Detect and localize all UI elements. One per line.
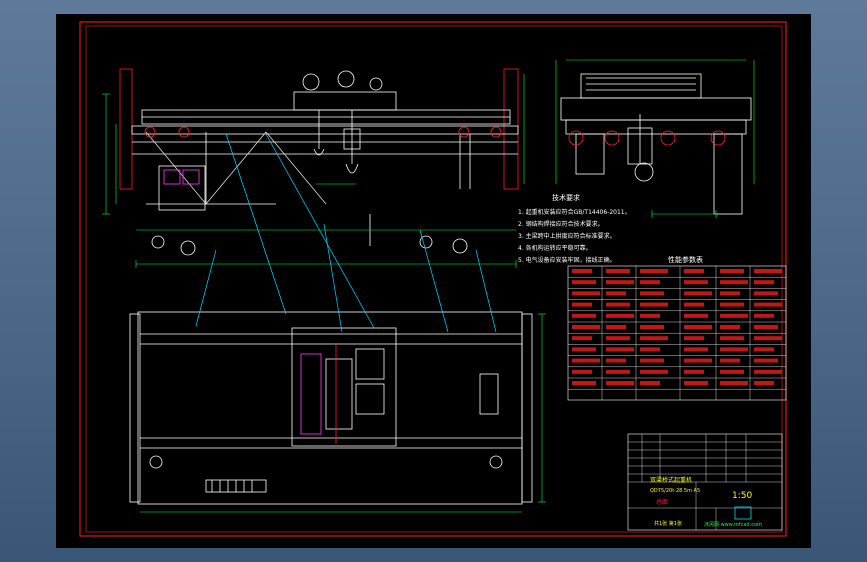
param-cell-mark bbox=[606, 336, 630, 341]
param-cell-mark bbox=[572, 269, 592, 273]
param-cell-mark bbox=[572, 325, 600, 329]
param-cell-mark bbox=[720, 369, 744, 374]
param-cell-mark bbox=[684, 358, 712, 363]
params-table-title: 性能参数表 bbox=[668, 255, 703, 264]
param-cell-mark bbox=[684, 381, 708, 385]
drawing-canvas[interactable]: 技术要求 1. 起重机安装应符合GB/T14406-2011。 2. 钢结构焊接… bbox=[56, 14, 811, 548]
tech-req-5: 5. 电气设备应安装牢固，接线正确。 bbox=[518, 256, 616, 264]
inner-border bbox=[85, 25, 783, 533]
param-cell-mark bbox=[720, 325, 740, 329]
tech-req-3: 3. 主梁跨中上拱度应符合标准要求。 bbox=[518, 232, 616, 240]
sheet-label: 共1张 第1张 bbox=[654, 520, 682, 527]
param-cell-mark bbox=[606, 280, 634, 285]
param-cell-mark bbox=[606, 347, 634, 352]
left-runway-column bbox=[119, 68, 133, 190]
param-cell-mark bbox=[572, 291, 600, 296]
section-leader-lines bbox=[195, 133, 497, 333]
param-cell-mark bbox=[754, 313, 774, 318]
param-cell-mark bbox=[640, 302, 668, 307]
param-cell-mark bbox=[720, 280, 748, 285]
param-cell-mark bbox=[640, 269, 668, 273]
param-cell-mark bbox=[684, 313, 708, 318]
param-cell-mark bbox=[720, 358, 740, 363]
tech-requirements-title: 技术要求 bbox=[552, 193, 580, 202]
param-cell-mark bbox=[684, 347, 708, 352]
param-cell-mark bbox=[606, 369, 630, 374]
param-cell-mark bbox=[684, 302, 704, 307]
plan-view bbox=[129, 311, 533, 505]
drawing-type: 总图 bbox=[656, 498, 668, 506]
drawing-svg: 技术要求 1. 起重机安装应符合GB/T14406-2011。 2. 钢结构焊接… bbox=[79, 21, 787, 537]
param-cell-mark bbox=[684, 280, 708, 285]
param-cell-mark bbox=[606, 313, 634, 318]
param-cell-mark bbox=[684, 269, 704, 273]
front-elevation-view bbox=[119, 68, 519, 256]
product-model: QD75/20t-28.5m A5 bbox=[650, 488, 700, 494]
param-cell-mark bbox=[572, 369, 592, 374]
param-cell-mark bbox=[640, 358, 664, 363]
tech-req-1: 1. 起重机安装应符合GB/T14406-2011。 bbox=[518, 208, 631, 216]
param-cell-mark bbox=[640, 313, 660, 318]
param-cell-mark bbox=[606, 291, 626, 296]
param-cell-mark bbox=[572, 280, 596, 285]
param-cell-mark bbox=[684, 369, 704, 374]
param-cell-mark bbox=[640, 291, 664, 296]
param-cell-mark bbox=[720, 313, 748, 318]
tech-req-2: 2. 钢结构焊接应符合技术要求。 bbox=[518, 220, 604, 228]
param-cell-mark bbox=[640, 336, 668, 341]
param-cell-mark bbox=[606, 325, 626, 329]
param-cell-mark bbox=[640, 347, 660, 352]
param-cell-mark bbox=[720, 347, 748, 352]
param-cell-mark bbox=[606, 381, 634, 385]
param-cell-mark bbox=[754, 280, 774, 285]
parameters-table: 性能参数表 bbox=[567, 255, 787, 401]
param-cell-mark bbox=[720, 336, 744, 341]
param-cell-mark bbox=[572, 313, 596, 318]
right-runway-column bbox=[503, 68, 519, 190]
param-cell-mark bbox=[720, 291, 740, 296]
param-cell-mark bbox=[572, 381, 596, 385]
param-cell-mark bbox=[684, 325, 712, 329]
cad-viewport: 技术要求 1. 起重机安装应符合GB/T14406-2011。 2. 钢结构焊接… bbox=[0, 0, 867, 562]
param-cell-mark bbox=[606, 358, 626, 363]
param-cell-mark bbox=[754, 325, 778, 329]
param-cell-mark bbox=[572, 358, 600, 363]
param-cell-mark bbox=[572, 347, 596, 352]
param-cell-mark bbox=[720, 302, 744, 307]
param-cell-mark bbox=[754, 347, 774, 352]
param-cell-mark bbox=[640, 325, 664, 329]
tech-req-4: 4. 各机构运转应平稳可靠。 bbox=[518, 244, 592, 252]
param-cell-mark bbox=[684, 336, 704, 341]
param-cell-mark bbox=[640, 280, 660, 285]
param-cell-mark bbox=[606, 269, 630, 273]
title-block: 双梁桥式起重机 QD75/20t-28.5m A5 总图 1:50 沐风网 ww… bbox=[627, 433, 783, 531]
param-cell-mark bbox=[754, 358, 778, 363]
company-logo bbox=[734, 506, 752, 520]
param-cell-mark bbox=[684, 291, 712, 296]
param-cell-mark bbox=[640, 369, 668, 374]
side-elevation-view bbox=[560, 73, 752, 215]
tech-requirements-block: 技术要求 1. 起重机安装应符合GB/T14406-2011。 2. 钢结构焊接… bbox=[518, 193, 631, 264]
param-cell-mark bbox=[640, 381, 660, 385]
param-cell-mark bbox=[754, 381, 774, 385]
param-cell-mark bbox=[606, 302, 630, 307]
param-cell-mark bbox=[572, 336, 592, 341]
param-cell-mark bbox=[754, 302, 782, 307]
param-cell-mark bbox=[754, 269, 782, 273]
company-caption: 沐风网 www.mfcad.com bbox=[704, 521, 762, 528]
param-cell-mark bbox=[754, 369, 782, 374]
param-cell-mark bbox=[754, 291, 778, 296]
param-cell-mark bbox=[754, 336, 782, 341]
param-cell-mark bbox=[720, 269, 744, 273]
param-cell-mark bbox=[720, 381, 748, 385]
param-cell-mark bbox=[572, 302, 592, 307]
product-name: 双梁桥式起重机 bbox=[650, 476, 692, 484]
scale-label: 1:50 bbox=[732, 491, 752, 501]
